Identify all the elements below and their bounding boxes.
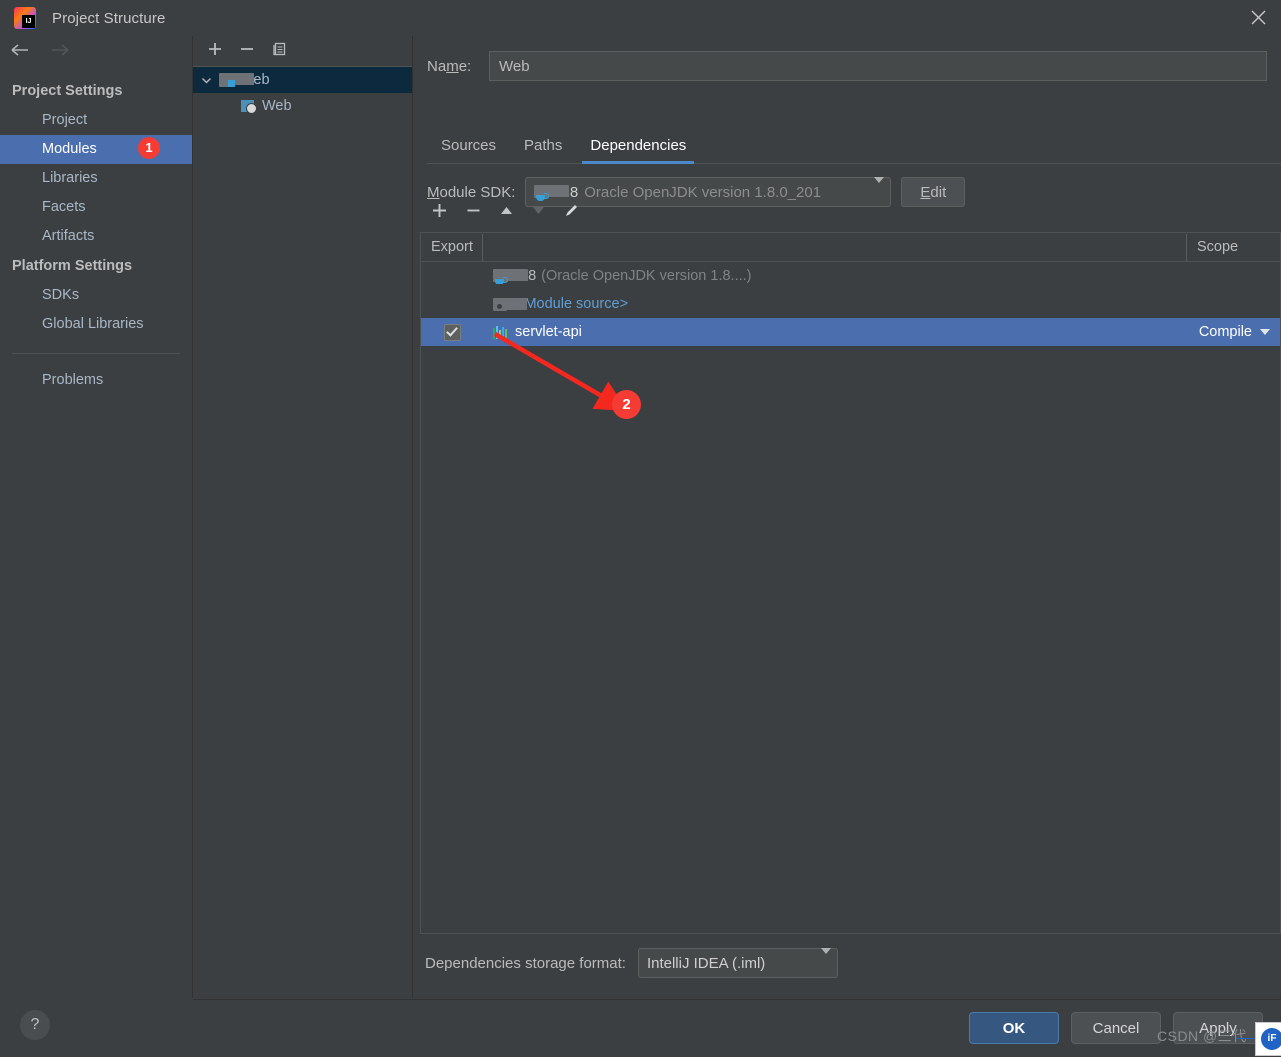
module-tree-rows: Web Web: [193, 67, 412, 119]
back-arrow-icon[interactable]: [10, 43, 32, 62]
tab-sources[interactable]: Sources: [427, 137, 510, 163]
sidebar-group-project-settings: Project Settings: [12, 83, 123, 99]
module-name-label: Name:: [427, 57, 472, 75]
csdn-watermark: CSDN @三代: [1157, 1028, 1247, 1044]
sidebar-item-label: Problems: [42, 372, 104, 388]
dependency-name-cell: <Module source>: [483, 296, 1162, 312]
sidebar-item-facets[interactable]: Facets: [0, 193, 192, 222]
tree-row-label: Web: [262, 98, 292, 114]
dialog-footer: OK Cancel Apply: [193, 999, 1281, 1057]
tab-paths[interactable]: Paths: [510, 137, 576, 163]
storage-format-dropdown[interactable]: IntelliJ IDEA (.iml): [637, 948, 838, 978]
scope-value: Compile: [1198, 324, 1252, 340]
help-button[interactable]: ?: [20, 1010, 50, 1040]
annotation-badge-1: 1: [138, 137, 160, 159]
table-row[interactable]: 1.8 (Oracle OpenJDK version 1.8....): [421, 262, 1280, 290]
module-tree-toolbar: [193, 36, 412, 67]
window-title: Project Structure: [52, 9, 166, 27]
web-facet-icon: [241, 99, 257, 114]
tab-dependencies[interactable]: Dependencies: [576, 137, 700, 164]
module-name-input[interactable]: [489, 51, 1267, 81]
dependency-name: <Module source>: [516, 296, 629, 312]
dependencies-table: Export Scope 1.8 (Oracle OpenJDK version…: [420, 232, 1281, 934]
sidebar-item-label: Artifacts: [42, 228, 95, 244]
column-header-export[interactable]: Export: [421, 233, 483, 261]
sidebar-item-label: Facets: [42, 199, 86, 215]
sidebar-item-label: Project: [42, 112, 88, 128]
sidebar-divider: [12, 353, 180, 354]
remove-module-button[interactable]: [239, 41, 255, 62]
module-tabs: Sources Paths Dependencies: [427, 128, 1281, 164]
scope-cell[interactable]: Compile: [1162, 324, 1280, 340]
storage-format-row: Dependencies storage format: IntelliJ ID…: [425, 948, 838, 978]
sidebar-item-label: SDKs: [42, 287, 80, 303]
sidebar-item-global-libraries[interactable]: Global Libraries: [0, 310, 192, 339]
cancel-button[interactable]: Cancel: [1071, 1012, 1161, 1044]
settings-sidebar: Project Settings Project Modules 1 Libra…: [0, 36, 193, 998]
dependency-description: (Oracle OpenJDK version 1.8....): [541, 268, 752, 284]
dependency-name-cell: servlet-api: [483, 324, 1162, 340]
export-cell[interactable]: [421, 323, 483, 341]
sidebar-item-project[interactable]: Project: [0, 106, 192, 135]
module-folder-icon: [219, 73, 254, 87]
annotation-badge-2: 2: [612, 390, 641, 419]
move-up-button[interactable]: [499, 203, 514, 223]
dependencies-toolbar: [420, 198, 1281, 228]
help-area: ?: [0, 998, 192, 1056]
sidebar-item-label: Modules: [42, 141, 97, 157]
add-dependency-button[interactable]: [431, 202, 448, 224]
storage-format-label: Dependencies storage format:: [425, 954, 626, 972]
chevron-down-icon[interactable]: [1260, 329, 1270, 335]
title-bar: Project Structure: [0, 0, 1281, 37]
chevron-down-icon[interactable]: [193, 75, 219, 86]
sidebar-item-problems[interactable]: Problems: [0, 366, 192, 395]
module-name-row: Name:: [427, 50, 1267, 82]
sidebar-nav-toolbar: [0, 36, 192, 68]
jdk-icon: [534, 185, 570, 201]
sidebar-group-platform-settings: Platform Settings: [12, 258, 133, 274]
sidebar-item-libraries[interactable]: Libraries: [0, 164, 192, 193]
intellij-idea-icon: [14, 7, 36, 29]
watermark-logo-text: iF: [1261, 1028, 1281, 1050]
tree-row-web-facet[interactable]: Web: [193, 93, 412, 119]
library-icon: [493, 325, 507, 339]
export-checkbox[interactable]: [443, 323, 461, 341]
column-header-scope[interactable]: Scope: [1187, 234, 1280, 261]
sidebar-item-label: Libraries: [42, 170, 98, 186]
column-header-name[interactable]: [483, 233, 1187, 261]
sidebar-item-artifacts[interactable]: Artifacts: [0, 222, 192, 251]
tree-row-web-module[interactable]: Web: [193, 67, 412, 93]
dependency-name-cell: 1.8 (Oracle OpenJDK version 1.8....): [483, 268, 1162, 284]
edit-dependency-button[interactable]: [563, 202, 580, 224]
sidebar-item-sdks[interactable]: SDKs: [0, 281, 192, 310]
remove-dependency-button[interactable]: [465, 202, 482, 224]
sidebar-item-modules[interactable]: Modules 1: [0, 135, 192, 164]
ok-button[interactable]: OK: [969, 1012, 1059, 1044]
move-down-button[interactable]: [531, 203, 546, 223]
watermark-logo: iF: [1255, 1022, 1281, 1056]
table-row[interactable]: <Module source>: [421, 290, 1280, 318]
dependency-name: servlet-api: [515, 324, 582, 340]
storage-format-value: IntelliJ IDEA (.iml): [646, 954, 766, 972]
module-tree-panel: Web Web: [193, 36, 413, 998]
add-module-button[interactable]: [207, 41, 223, 62]
dependencies-table-header: Export Scope: [421, 233, 1280, 262]
module-source-icon: [493, 297, 527, 311]
jdk-icon: [493, 269, 528, 284]
copy-module-button[interactable]: [271, 41, 287, 62]
sidebar-item-label: Global Libraries: [42, 316, 144, 332]
close-icon[interactable]: [1235, 0, 1281, 35]
project-structure-dialog: Project Structure Project Settings: [0, 0, 1281, 1057]
table-row[interactable]: servlet-api Compile: [421, 318, 1280, 346]
forward-arrow-icon[interactable]: [50, 43, 72, 62]
chevron-down-icon: [820, 948, 831, 972]
settings-category-list: Project Settings Project Modules 1 Libra…: [0, 76, 192, 395]
